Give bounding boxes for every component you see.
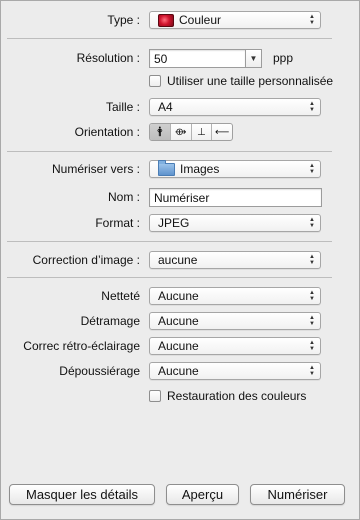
popup-arrows-icon: ▲ ▼ (309, 254, 315, 266)
custom-size-checkbox[interactable] (149, 75, 161, 87)
orientation-label: Orientation : (74, 125, 140, 139)
color-restore-label: Restauration des couleurs (167, 389, 307, 403)
format-label: Format : (95, 216, 140, 230)
image-correction-value: aucune (158, 253, 198, 267)
type-select[interactable]: Couleur ▲ ▼ (149, 11, 321, 29)
separator (7, 38, 332, 39)
sharpness-label: Netteté (101, 289, 140, 303)
dust-removal-label: Dépoussiérage (59, 364, 140, 378)
orientation-rotate-right-icon[interactable]: ⟵ (212, 124, 232, 140)
separator (7, 151, 332, 152)
orientation-upside-down-icon[interactable]: ⊥ (192, 124, 213, 140)
format-value: JPEG (158, 216, 190, 230)
resolution-dropdown-button[interactable]: ▼ (246, 49, 262, 68)
scan-to-label: Numériser vers : (51, 162, 140, 176)
chevron-down-icon: ▼ (249, 54, 258, 63)
color-restore-checkbox[interactable] (149, 390, 161, 402)
popup-arrows-icon: ▲ ▼ (309, 163, 315, 175)
format-select[interactable]: JPEG ▲ ▼ (149, 214, 321, 232)
resolution-unit: ppp (273, 51, 294, 65)
hide-details-button[interactable]: Masquer les détails (9, 484, 155, 505)
scan-button[interactable]: Numériser (250, 484, 345, 505)
orientation-rotate-left-icon[interactable]: ⟴ (171, 124, 192, 140)
type-label: Type : (107, 13, 140, 27)
descreen-select[interactable]: Aucune ▲ ▼ (149, 312, 321, 330)
descreen-label: Détramage (80, 314, 140, 328)
dust-removal-value: Aucune (158, 364, 199, 378)
descreen-value: Aucune (158, 314, 199, 328)
name-input[interactable]: Numériser (149, 188, 322, 207)
size-value: A4 (158, 100, 173, 114)
separator (7, 277, 332, 278)
scan-to-value: Images (180, 162, 220, 176)
separator (7, 241, 332, 242)
orientation-upright-icon[interactable]: 🛉 (150, 124, 171, 140)
popup-arrows-icon: ▲ ▼ (309, 101, 315, 113)
image-correction-label: Correction d’image : (32, 253, 140, 267)
popup-arrows-icon: ▲ ▼ (309, 290, 315, 302)
resolution-input[interactable]: 50 (149, 49, 246, 68)
size-select[interactable]: A4 ▲ ▼ (149, 98, 321, 116)
popup-arrows-icon: ▲ ▼ (309, 365, 315, 377)
popup-arrows-icon: ▲ ▼ (309, 14, 315, 26)
dust-removal-select[interactable]: Aucune ▲ ▼ (149, 362, 321, 380)
scan-to-select[interactable]: Images ▲ ▼ (149, 159, 321, 178)
popup-arrows-icon: ▲ ▼ (309, 340, 315, 352)
preview-button[interactable]: Aperçu (166, 484, 239, 505)
popup-arrows-icon: ▲ ▼ (309, 217, 315, 229)
backlight-select[interactable]: Aucune ▲ ▼ (149, 337, 321, 355)
custom-size-label: Utiliser une taille personnalisée (167, 74, 334, 88)
size-label: Taille : (105, 100, 140, 114)
resolution-label: Résolution : (76, 51, 140, 65)
backlight-label: Correc rétro-éclairage (23, 339, 140, 353)
backlight-value: Aucune (158, 339, 199, 353)
type-value: Couleur (179, 13, 222, 27)
color-swatch-icon (158, 13, 174, 27)
popup-arrows-icon: ▲ ▼ (309, 315, 315, 327)
orientation-segmented-control: 🛉 ⟴ ⊥ ⟵ (149, 123, 233, 141)
folder-icon (158, 159, 175, 176)
name-label: Nom : (107, 190, 140, 204)
sharpness-select[interactable]: Aucune ▲ ▼ (149, 287, 321, 305)
image-correction-select[interactable]: aucune ▲ ▼ (149, 251, 321, 269)
scan-settings-panel: Type : Couleur ▲ ▼ Résolution : 50 ▼ ppp … (0, 0, 360, 520)
sharpness-value: Aucune (158, 289, 199, 303)
